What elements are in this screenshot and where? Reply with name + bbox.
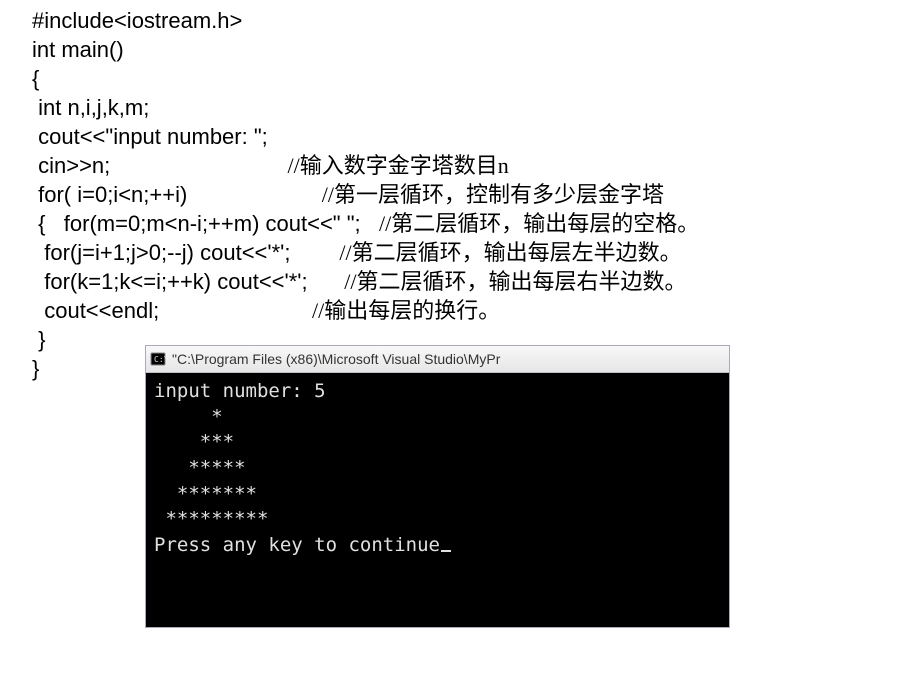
console-line-prompt: input number: 5 [154, 379, 721, 405]
code-line: int main() [32, 35, 900, 64]
console-title: "C:\Program Files (x86)\Microsoft Visual… [172, 351, 500, 367]
code-line: { [32, 64, 900, 93]
console-line: ******* [154, 482, 721, 508]
code-line: cout<<"input number: "; [32, 122, 900, 151]
console-body: input number: 5 * *** ***** ******* ****… [146, 373, 729, 627]
code-line: { for(m=0;m<n-i;++m) cout<<" "; //第二层循环，… [32, 209, 900, 238]
code-line: for(j=i+1;j>0;--j) cout<<'*'; //第二层循环，输出… [32, 238, 900, 267]
console-window: C:\ "C:\Program Files (x86)\Microsoft Vi… [145, 345, 730, 628]
console-line: *** [154, 430, 721, 456]
console-line: * [154, 405, 721, 431]
terminal-icon: C:\ [150, 351, 166, 367]
console-line: ********* [154, 507, 721, 533]
code-line: int n,i,j,k,m; [32, 93, 900, 122]
console-line: ***** [154, 456, 721, 482]
code-line: for(k=1;k<=i;++k) cout<<'*'; //第二层循环，输出每… [32, 267, 900, 296]
code-line: #include<iostream.h> [32, 6, 900, 35]
console-titlebar[interactable]: C:\ "C:\Program Files (x86)\Microsoft Vi… [146, 346, 729, 373]
code-block: #include<iostream.h> int main() { int n,… [0, 0, 920, 383]
cursor [441, 550, 451, 552]
code-line: for( i=0;i<n;++i) //第一层循环，控制有多少层金字塔 [32, 180, 900, 209]
code-line: cout<<endl; //输出每层的换行。 [32, 296, 900, 325]
console-line-press: Press any key to continue [154, 533, 721, 559]
code-line: cin>>n; //输入数字金字塔数目n [32, 151, 900, 180]
svg-text:C:\: C:\ [154, 355, 166, 364]
